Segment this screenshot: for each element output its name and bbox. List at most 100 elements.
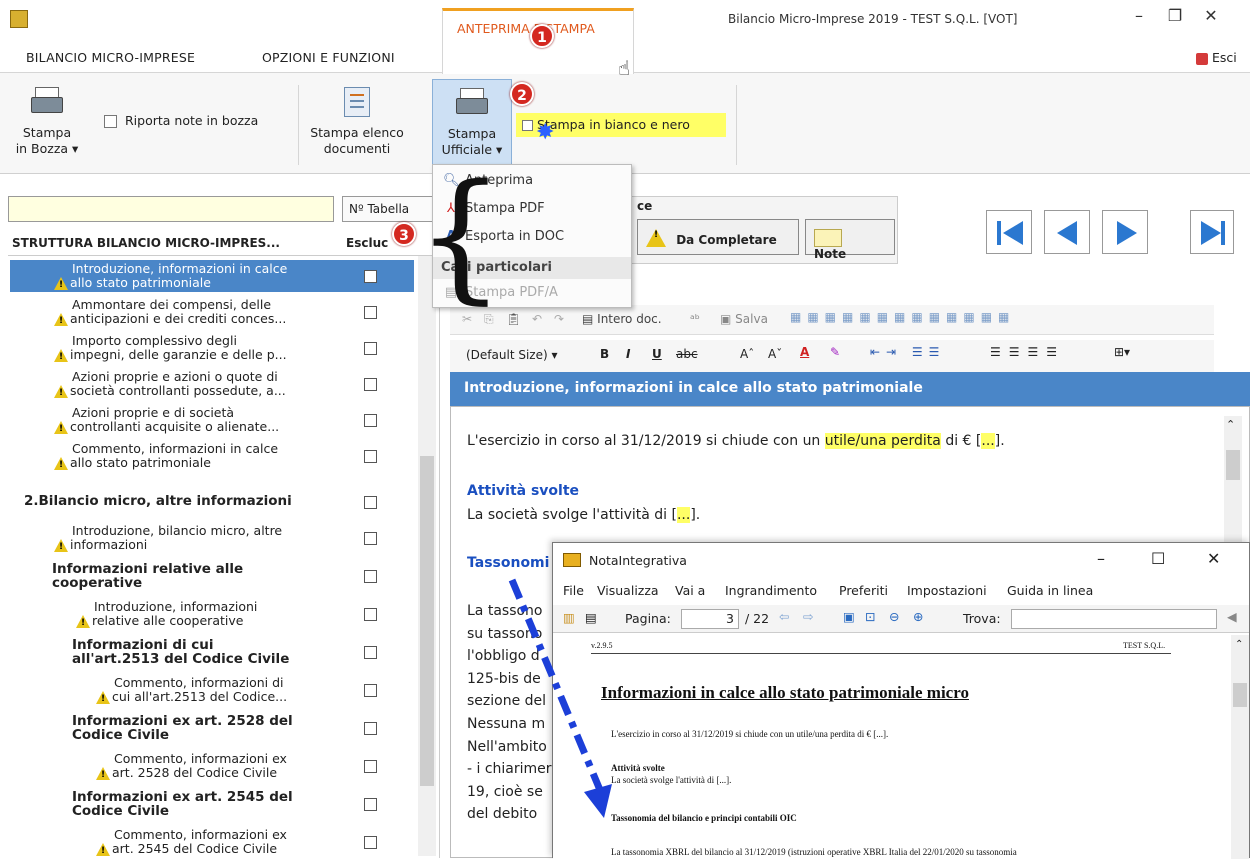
indent-icons[interactable]: ⇤⇥ ☰☰ bbox=[870, 345, 945, 359]
tab-bilancio[interactable]: BILANCIO MICRO-IMPRESE bbox=[26, 50, 195, 65]
editor-scrollbar-thumb[interactable] bbox=[1226, 450, 1240, 480]
exclude-checkbox[interactable] bbox=[364, 646, 377, 659]
border-icon[interactable]: ⊞▾ bbox=[1114, 345, 1130, 359]
zoom-out-icon[interactable]: ⊖ bbox=[889, 609, 899, 624]
zoom-in-icon[interactable]: ⊕ bbox=[913, 609, 923, 624]
da-completare-button[interactable]: Da Completare bbox=[637, 219, 799, 255]
note-button[interactable]: Note bbox=[805, 219, 895, 261]
pdf-viewer[interactable]: v.2.9.5 TEST S.Q.L. Informazioni in calc… bbox=[553, 635, 1249, 859]
font-size-select[interactable]: (Default Size) ▾ bbox=[466, 348, 558, 362]
first-page-button[interactable] bbox=[986, 210, 1032, 254]
pdf-p1: L'esercizio in corso al 31/12/2019 si ch… bbox=[611, 729, 889, 739]
tree-row[interactable]: Commento, informazioni exart. 2528 del C… bbox=[10, 750, 414, 782]
scroll-up-icon[interactable]: ⌃ bbox=[1226, 418, 1235, 431]
tree-row[interactable]: Ammontare dei compensi, delleanticipazio… bbox=[10, 296, 414, 328]
tree-row[interactable]: Informazioni di cui all'art.2513 del Codi… bbox=[10, 636, 414, 668]
exclude-checkbox[interactable] bbox=[364, 760, 377, 773]
riporta-note-checkbox[interactable]: Riporta note in bozza bbox=[104, 113, 258, 128]
tree-row[interactable]: Informazioni ex art. 2545 del Codice Civi… bbox=[10, 788, 414, 820]
forward-icon[interactable]: ⇨ bbox=[803, 609, 813, 624]
tree-row[interactable]: Introduzione, informazioni in calceallo … bbox=[10, 260, 414, 292]
tree-row[interactable]: Commento, informazioni in calceallo stat… bbox=[10, 440, 414, 472]
nota-menu-item[interactable]: Preferiti bbox=[839, 583, 888, 598]
tree-row[interactable]: Commento, informazioni exart. 2545 del C… bbox=[10, 826, 414, 858]
paste-icon[interactable]: 📋︎ bbox=[506, 312, 521, 326]
first-bar bbox=[997, 221, 1001, 245]
close-button[interactable]: ✕ bbox=[1196, 6, 1226, 25]
tree-row[interactable]: 2.Bilancio micro, altre informazioni bbox=[10, 492, 414, 512]
font-color-button[interactable]: A bbox=[800, 345, 809, 359]
stampa-bozza-button[interactable]: Stampa in Bozza ▾ bbox=[12, 87, 82, 157]
last-page-button[interactable] bbox=[1190, 210, 1234, 254]
nota-menu-item[interactable]: Vai a bbox=[675, 583, 705, 598]
restore-button[interactable]: ❐ bbox=[1160, 6, 1190, 25]
exclude-checkbox[interactable] bbox=[364, 798, 377, 811]
grow-font-icon[interactable]: Aˆ bbox=[740, 347, 754, 361]
spellcheck-icon[interactable]: ᵃᵇ bbox=[690, 312, 700, 326]
exclude-checkbox[interactable] bbox=[364, 306, 377, 319]
nota-close-button[interactable]: ✕ bbox=[1207, 549, 1220, 568]
prev-page-button[interactable] bbox=[1044, 210, 1090, 254]
bold-button[interactable]: B bbox=[600, 347, 609, 361]
align-icons[interactable]: ☰☰☰☰ bbox=[990, 345, 1065, 359]
exclude-checkbox[interactable] bbox=[364, 722, 377, 735]
exclude-checkbox[interactable] bbox=[364, 496, 377, 509]
exclude-checkbox[interactable] bbox=[364, 450, 377, 463]
tree-row[interactable]: Azioni proprie e azioni o quote disociet… bbox=[10, 368, 414, 400]
back-icon[interactable]: ⇦ bbox=[779, 609, 789, 624]
exclude-checkbox[interactable] bbox=[364, 570, 377, 583]
stampa-ufficiale-button[interactable]: Stampa Ufficiale ▾ bbox=[432, 79, 512, 165]
salva-button[interactable]: ▣ Salva bbox=[720, 312, 768, 326]
tree-row[interactable]: Introduzione, bilancio micro, altreinfor… bbox=[10, 522, 414, 554]
italic-button[interactable]: I bbox=[626, 347, 630, 361]
nota-maximize-button[interactable]: ☐ bbox=[1151, 549, 1165, 568]
bianco-nero-check[interactable] bbox=[522, 120, 533, 131]
page-total: / 22 bbox=[745, 611, 770, 626]
pdf-scrollbar[interactable]: ⌃ bbox=[1231, 635, 1249, 859]
exclude-checkbox[interactable] bbox=[364, 608, 377, 621]
stampa-elenco-button[interactable]: Stampa elenco documenti bbox=[304, 87, 410, 157]
exclude-checkbox[interactable] bbox=[364, 836, 377, 849]
tree-row[interactable]: Azioni proprie e di societàcontrollanti … bbox=[10, 404, 414, 436]
nota-menu-item[interactable]: Impostazioni bbox=[907, 583, 987, 598]
exit-button[interactable]: Esci bbox=[1196, 50, 1237, 65]
tree-row[interactable]: Introduzione, informazionirelative alle … bbox=[10, 598, 414, 630]
highlight-button[interactable]: ✎ bbox=[830, 345, 840, 359]
nota-menu-item[interactable]: Guida in linea bbox=[1007, 583, 1093, 598]
page-input[interactable]: 3 bbox=[681, 609, 739, 629]
next-page-button[interactable] bbox=[1102, 210, 1148, 254]
strikethrough-button[interactable]: abc bbox=[676, 347, 698, 361]
search-input[interactable] bbox=[8, 196, 334, 222]
collapse-icon[interactable]: ◀ bbox=[1227, 609, 1237, 624]
tree-row-label: 2.Bilancio micro, altre informazioni bbox=[24, 494, 292, 508]
warning-icon bbox=[54, 385, 68, 400]
underline-button[interactable]: U bbox=[652, 347, 662, 361]
tab-opzioni[interactable]: OPZIONI E FUNZIONI bbox=[262, 50, 395, 65]
nota-menu-item[interactable]: Ingrandimento bbox=[725, 583, 817, 598]
redo-icon[interactable]: ↷ bbox=[554, 312, 564, 326]
exclude-checkbox[interactable] bbox=[364, 532, 377, 545]
shrink-font-icon[interactable]: Aˇ bbox=[768, 347, 782, 361]
exclude-checkbox[interactable] bbox=[364, 684, 377, 697]
exclude-checkbox[interactable] bbox=[364, 342, 377, 355]
tree-row[interactable]: Informazioni ex art. 2528 del Codice Civi… bbox=[10, 712, 414, 744]
exclude-checkbox[interactable] bbox=[364, 414, 377, 427]
tree-scrollbar-thumb[interactable] bbox=[420, 456, 434, 786]
exclude-checkbox[interactable] bbox=[364, 378, 377, 391]
tree-row[interactable]: Importo complessivo degliimpegni, delle … bbox=[10, 332, 414, 364]
trova-input[interactable] bbox=[1011, 609, 1217, 629]
undo-icon[interactable]: ↶ bbox=[532, 312, 542, 326]
pdf-scrollbar-thumb[interactable] bbox=[1233, 683, 1247, 707]
riporta-note-check[interactable] bbox=[104, 115, 117, 128]
editor-scrollbar[interactable]: ⌃ bbox=[1224, 416, 1242, 546]
fit-width-icon[interactable]: ⊡ bbox=[865, 609, 875, 624]
fit-page-icon[interactable]: ▣ bbox=[843, 609, 855, 624]
nota-minimize-button[interactable]: – bbox=[1097, 549, 1105, 568]
minimize-button[interactable]: – bbox=[1124, 6, 1154, 25]
tree-row[interactable]: Commento, informazioni dicui all'art.251… bbox=[10, 674, 414, 706]
tree-row[interactable]: Informazioni relative alle cooperative bbox=[10, 560, 414, 592]
pdf-scroll-up-icon[interactable]: ⌃ bbox=[1235, 639, 1243, 650]
intero-doc-button[interactable]: ▤ Intero doc. bbox=[582, 312, 662, 326]
table-tools-icons[interactable]: ▦▦▦▦▦▦▦▦▦▦▦▦▦ bbox=[790, 310, 1015, 324]
exclude-checkbox[interactable] bbox=[364, 270, 377, 283]
